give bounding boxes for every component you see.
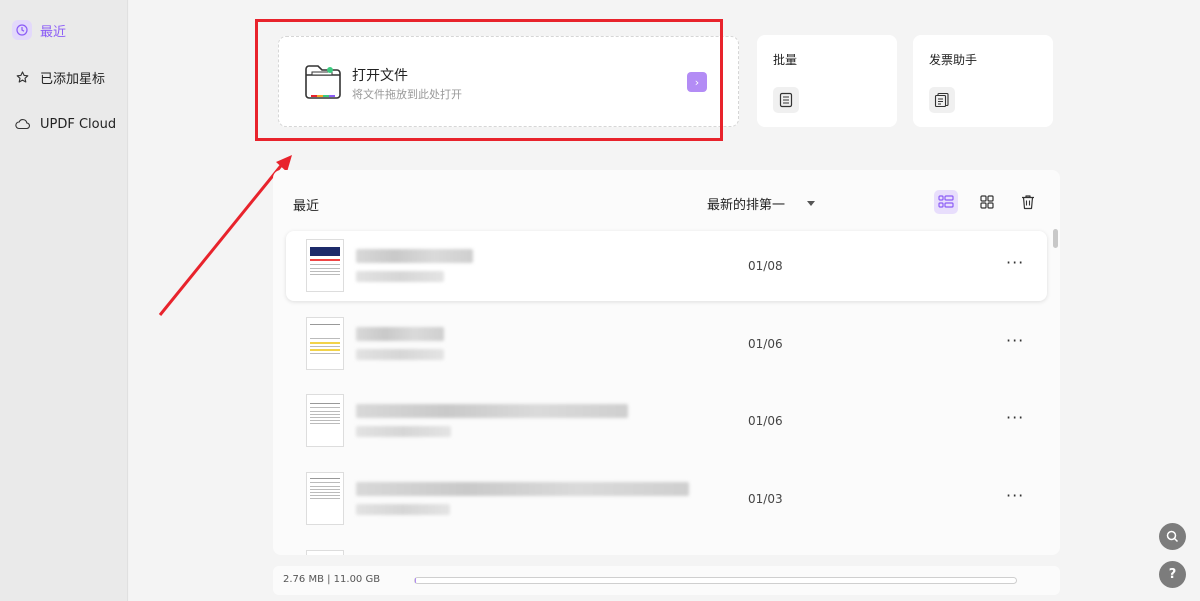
file-date: 01/03 — [748, 492, 783, 506]
recent-list-scrollbar[interactable] — [1053, 229, 1058, 248]
grid-view-button[interactable] — [975, 190, 999, 214]
file-thumbnail — [306, 394, 344, 447]
open-file-subtitle: 将文件拖放到此处打开 — [352, 88, 462, 101]
file-date: 01/08 — [748, 259, 783, 273]
recent-title: 最近 — [293, 199, 320, 214]
search-button[interactable] — [1159, 523, 1186, 550]
batch-icon — [773, 87, 799, 113]
sidebar: 最近 已添加星标 UPDF Cloud — [0, 0, 128, 601]
sidebar-item-label: 最近 — [40, 24, 67, 40]
batch-card[interactable]: 批量 — [757, 35, 897, 127]
grid-view-icon — [980, 195, 994, 209]
invoice-assistant-card[interactable]: 发票助手 — [913, 35, 1053, 127]
sort-label: 最新的排第一 — [707, 198, 786, 213]
file-thumbnail — [306, 317, 344, 370]
open-file-title: 打开文件 — [352, 68, 408, 84]
chevron-down-icon — [807, 201, 816, 206]
more-options-icon[interactable]: ··· — [1006, 253, 1024, 272]
file-row[interactable]: 01/06 ··· — [286, 386, 1047, 456]
sidebar-item-recent[interactable]: 最近 — [8, 17, 70, 43]
file-meta-redacted — [356, 271, 444, 282]
open-file-dropzone[interactable]: 打开文件 将文件拖放到此处打开 › — [278, 36, 739, 127]
batch-label: 批量 — [773, 53, 798, 67]
sort-dropdown[interactable]: 最新的排第一 — [707, 194, 816, 213]
sidebar-item-cloud[interactable]: UPDF Cloud — [8, 111, 120, 137]
search-icon — [1166, 530, 1179, 543]
file-meta-redacted — [356, 349, 444, 360]
folder-icon — [303, 63, 343, 105]
invoice-assistant-label: 发票助手 — [929, 53, 978, 67]
sidebar-item-label: UPDF Cloud — [40, 116, 117, 132]
file-name-redacted — [356, 404, 628, 418]
file-row[interactable]: 01/03 ··· — [286, 464, 1047, 534]
list-view-button[interactable] — [934, 190, 958, 214]
file-name-redacted — [356, 327, 444, 341]
more-options-icon[interactable]: ··· — [1006, 486, 1024, 505]
storage-progress-bar — [414, 577, 1017, 584]
storage-usage-text: 2.76 MB | 11.00 GB — [283, 574, 381, 585]
file-row[interactable]: 01/06 ··· — [286, 309, 1047, 379]
file-meta-redacted — [356, 426, 451, 437]
file-name-redacted — [356, 249, 473, 263]
sidebar-item-label: 已添加星标 — [40, 71, 106, 87]
sidebar-item-starred[interactable]: 已添加星标 — [8, 64, 109, 90]
file-thumbnail — [306, 550, 344, 555]
star-icon — [12, 67, 32, 87]
file-meta-redacted — [356, 504, 450, 515]
open-file-arrow-button[interactable]: › — [687, 72, 707, 92]
help-button[interactable]: ? — [1159, 561, 1186, 588]
help-icon: ? — [1168, 567, 1177, 582]
clock-icon — [12, 20, 32, 40]
more-options-icon[interactable]: ··· — [1006, 331, 1024, 350]
file-name-redacted — [356, 482, 689, 496]
recent-files-panel: 最近 最新的排第一 01/08 ··· 01/06 ··· 01/06 ··· … — [273, 170, 1060, 555]
invoice-icon — [929, 87, 955, 113]
file-date: 01/06 — [748, 414, 783, 428]
cloud-icon — [12, 114, 32, 134]
trash-icon — [1022, 195, 1034, 210]
delete-button[interactable] — [1016, 190, 1040, 214]
file-date: 01/06 — [748, 337, 783, 351]
storage-footer: 2.76 MB | 11.00 GB — [273, 566, 1060, 595]
file-thumbnail — [306, 239, 344, 292]
file-thumbnail — [306, 472, 344, 525]
list-view-icon — [938, 195, 954, 208]
file-row[interactable]: 01/08 ··· — [286, 231, 1047, 301]
file-row[interactable] — [286, 542, 1047, 555]
more-options-icon[interactable]: ··· — [1006, 408, 1024, 427]
